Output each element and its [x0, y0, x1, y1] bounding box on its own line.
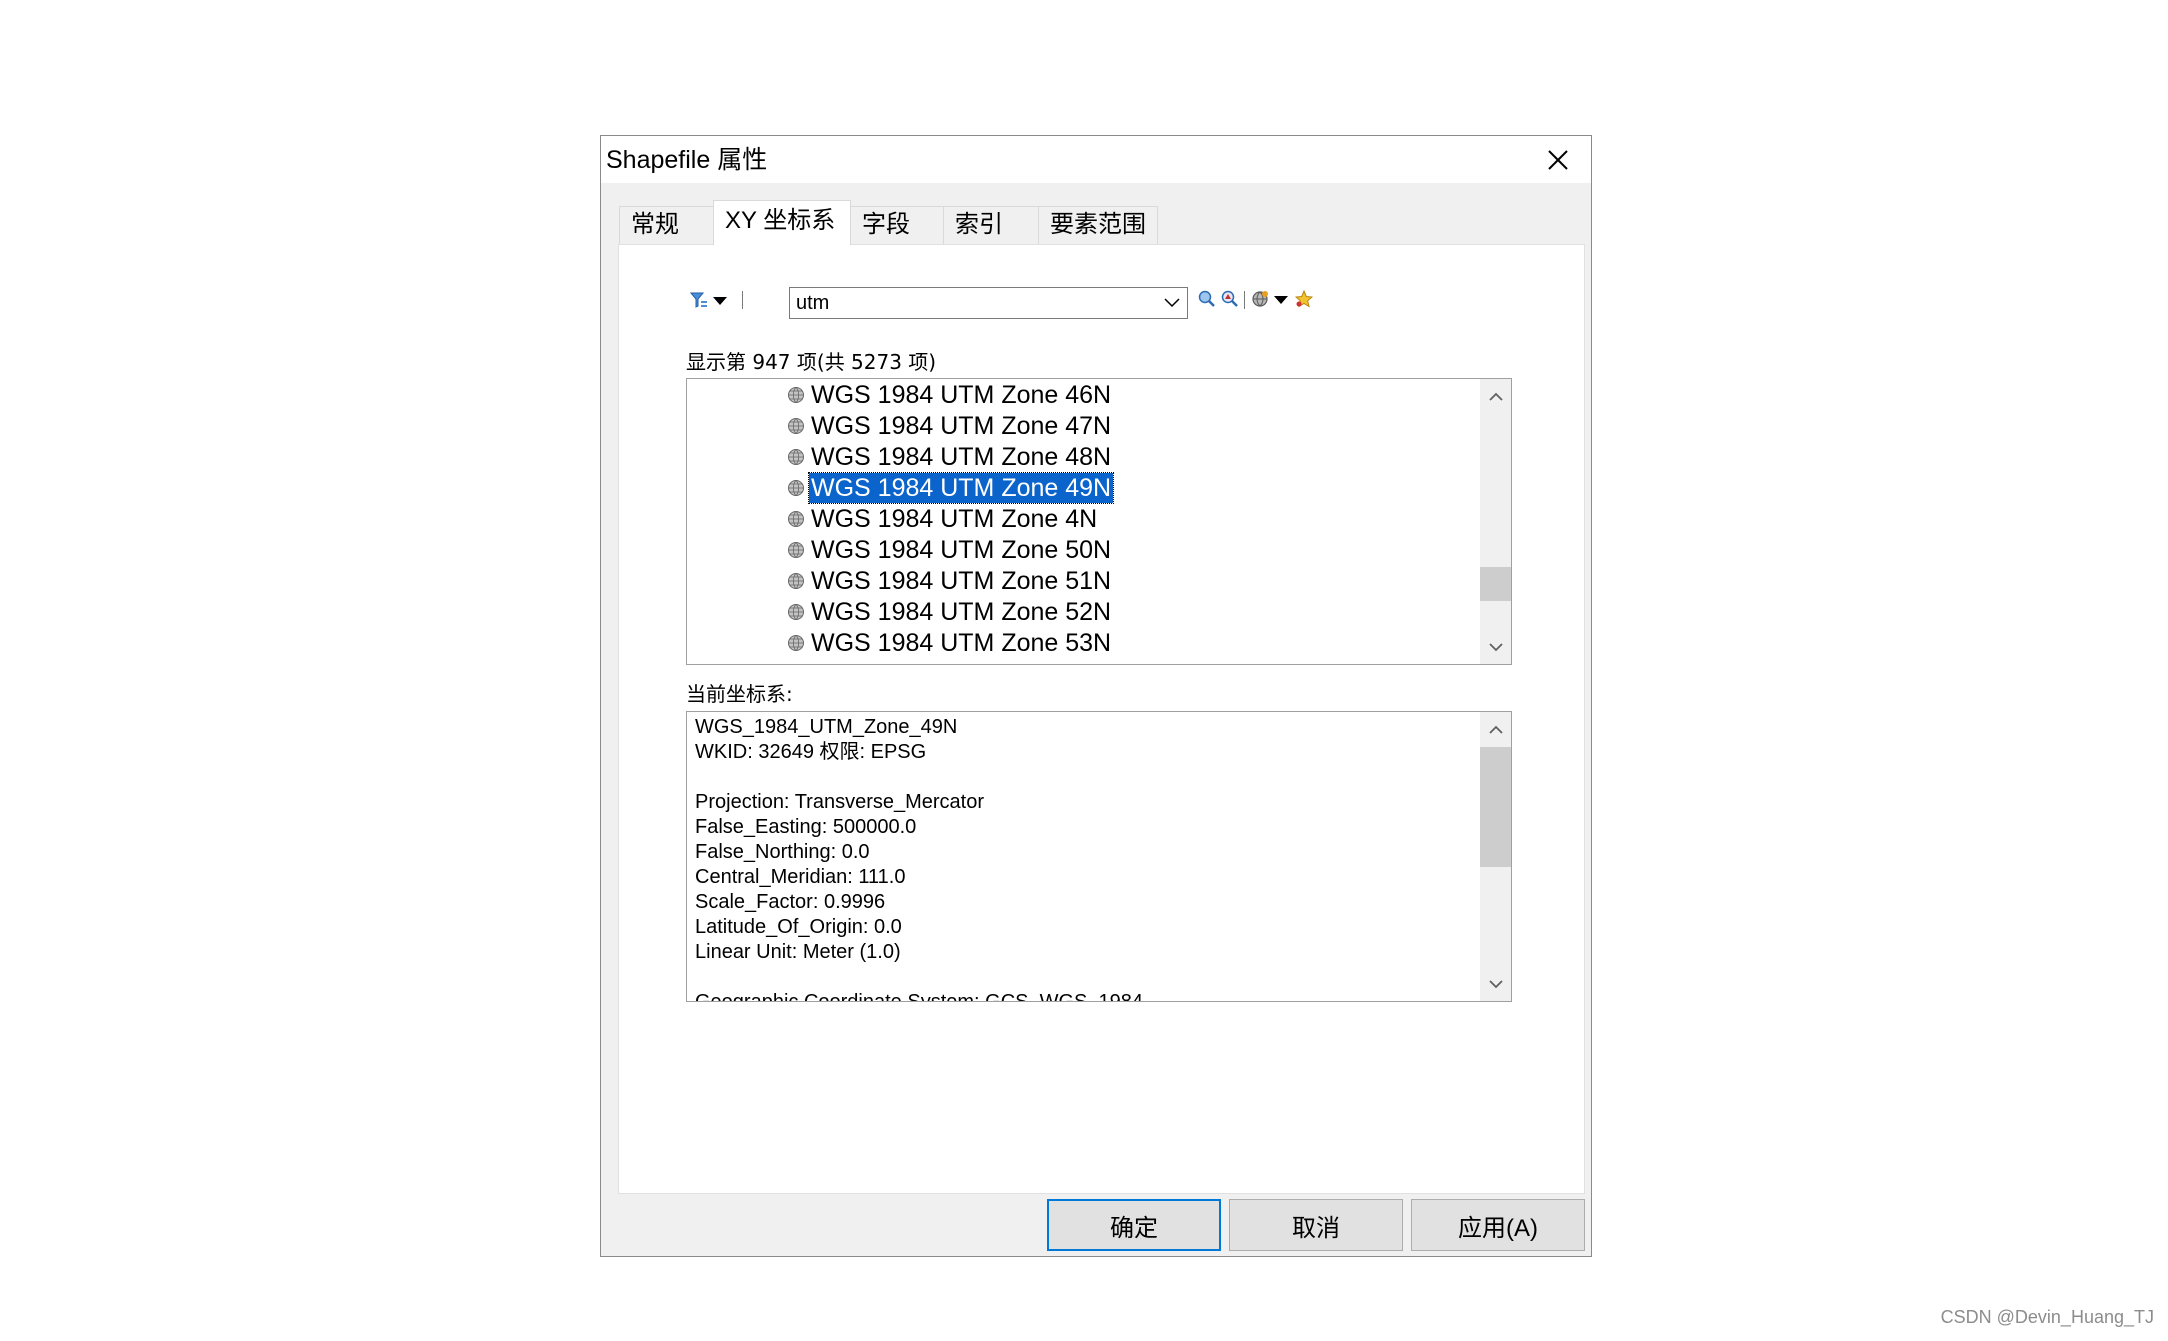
list-item-label: WGS 1984 UTM Zone 51N: [811, 566, 1112, 595]
scroll-up-button[interactable]: [1480, 714, 1511, 744]
list-item-label: WGS 1984 UTM Zone 4N: [811, 504, 1098, 533]
add-to-favorites-button[interactable]: [1294, 289, 1314, 309]
search-projected-icon: [1221, 290, 1238, 307]
globe-icon: [788, 510, 804, 527]
tab-label: 常规: [631, 211, 679, 238]
list-item[interactable]: WGS 1984 UTM Zone 48N: [787, 441, 1113, 472]
detail-line: WGS_1984_UTM_Zone_49N: [695, 716, 958, 738]
globe-icon: [788, 541, 804, 558]
detail-line: False_Easting: 500000.0: [695, 816, 917, 838]
globe-icon: [788, 479, 804, 496]
globe-icon: [788, 448, 804, 465]
globe-icon: [788, 634, 804, 651]
list-item-selected[interactable]: WGS 1984 UTM Zone 49N: [787, 471, 1115, 504]
tab-label: 索引: [955, 211, 1003, 238]
cancel-button[interactable]: 取消: [1229, 1199, 1403, 1251]
tab-feature-extent[interactable]: 要素范围: [1038, 206, 1158, 244]
detail-line: Linear Unit: Meter (1.0): [695, 941, 901, 963]
list-item[interactable]: WGS 1984 UTM Zone 51N: [787, 565, 1113, 596]
chevron-down-icon: [1164, 298, 1180, 308]
search-dropdown-button[interactable]: [1157, 288, 1187, 318]
search-input[interactable]: [790, 288, 1150, 318]
scroll-up-button[interactable]: [1480, 381, 1511, 411]
toolbar-separator: [1244, 291, 1245, 309]
globe-icon: [788, 417, 804, 434]
filter-button[interactable]: [688, 290, 710, 312]
tab-xy-coordinate-system[interactable]: XY 坐标系: [713, 200, 851, 245]
favorite-star-icon: [1295, 290, 1313, 308]
list-scrollbar[interactable]: [1480, 379, 1511, 664]
list-item[interactable]: WGS 1984 UTM Zone 47N: [787, 410, 1113, 441]
window-title: Shapefile 属性: [606, 146, 768, 174]
shapefile-properties-dialog: Shapefile 属性 常规 XY 坐标系 字段 索引 要素范围 utm 显示…: [600, 135, 1592, 1257]
add-dropdown-button[interactable]: [1272, 290, 1290, 310]
dropdown-triangle-icon: [1274, 296, 1288, 304]
detail-line: False_Northing: 0.0: [695, 841, 870, 863]
globe-icon: [788, 572, 804, 589]
detail-line: [695, 965, 1143, 990]
list-item-label: WGS 1984 UTM Zone 49N: [807, 471, 1115, 504]
scroll-down-button[interactable]: [1480, 969, 1511, 999]
chevron-up-icon: [1488, 392, 1503, 401]
watermark: CSDN @Devin_Huang_TJ: [1940, 1307, 2154, 1327]
detail-line: [695, 765, 1143, 790]
scroll-thumb[interactable]: [1480, 567, 1511, 601]
list-item[interactable]: WGS 1984 UTM Zone 50N: [787, 534, 1113, 565]
list-item-label: WGS 1984 UTM Zone 53N: [811, 628, 1112, 657]
globe-icon: [788, 386, 804, 403]
list-item-label: WGS 1984 UTM Zone 52N: [811, 597, 1112, 626]
detail-line: WKID: 32649 权限: EPSG: [695, 741, 927, 763]
list-item[interactable]: WGS 1984 UTM Zone 53N: [787, 627, 1113, 658]
search-box: [789, 287, 1188, 319]
add-globe-icon: [1252, 291, 1268, 307]
tab-indexes[interactable]: 索引: [943, 206, 1039, 244]
chevron-down-icon: [1488, 642, 1503, 651]
detail-line: Scale_Factor: 0.9996: [695, 891, 886, 913]
add-coordinate-system-button[interactable]: [1250, 289, 1270, 309]
chevron-up-icon: [1488, 725, 1503, 734]
xy-coordinate-system-panel: 显示第 947 项(共 5273 项) WGS 1984 UTM Zone 46…: [618, 244, 1585, 1194]
close-icon: [1548, 149, 1568, 170]
list-item-label: WGS 1984 UTM Zone 47N: [811, 411, 1112, 440]
close-button[interactable]: [1525, 136, 1591, 183]
list-item-label: WGS 1984 UTM Zone 50N: [811, 535, 1112, 564]
current-coordinate-system-details[interactable]: WGS_1984_UTM_Zone_49N WKID: 32649 权限: EP…: [686, 711, 1512, 1002]
tab-label: XY 坐标系: [725, 207, 836, 234]
apply-button[interactable]: 应用(A): [1411, 1199, 1585, 1251]
tab-label: 要素范围: [1050, 211, 1146, 238]
ok-button-label: 确定: [1110, 1214, 1158, 1242]
details-scrollbar[interactable]: [1480, 712, 1511, 1001]
list-item[interactable]: WGS 1984 UTM Zone 52N: [787, 596, 1113, 627]
toolbar-separator: [742, 291, 743, 309]
details-text: WGS_1984_UTM_Zone_49N WKID: 32649 权限: EP…: [695, 715, 1143, 1002]
detail-line: Central_Meridian: 111.0: [695, 866, 906, 888]
list-item-label: WGS 1984 UTM Zone 48N: [811, 442, 1112, 471]
list-item[interactable]: WGS 1984 UTM Zone 46N: [787, 379, 1113, 410]
search-geographic-button[interactable]: [1197, 289, 1217, 309]
search-globe-icon: [1198, 290, 1215, 307]
list-item[interactable]: WGS 1984 UTM Zone 4N: [787, 503, 1099, 534]
globe-icon: [788, 603, 804, 620]
current-coordinate-system-label: 当前坐标系:: [686, 682, 793, 706]
tab-label: 字段: [862, 211, 910, 238]
filter-icon: [690, 292, 707, 308]
coordinate-system-list[interactable]: WGS 1984 UTM Zone 46N WGS 1984 UTM Zone …: [686, 378, 1512, 665]
scroll-thumb[interactable]: [1480, 747, 1511, 867]
list-item-label: WGS 1984 UTM Zone 46N: [811, 380, 1112, 409]
detail-line: Geographic Coordinate System: GCS_WGS_19…: [695, 991, 1143, 1002]
tab-fields[interactable]: 字段: [850, 206, 944, 244]
ok-button[interactable]: 确定: [1047, 1199, 1221, 1251]
scroll-down-button[interactable]: [1480, 632, 1511, 662]
cancel-button-label: 取消: [1292, 1214, 1340, 1242]
chevron-down-icon: [1488, 979, 1503, 988]
filter-dropdown-button[interactable]: [711, 290, 729, 312]
dropdown-triangle-icon: [713, 297, 727, 305]
search-projected-button[interactable]: [1220, 289, 1240, 309]
tab-general[interactable]: 常规: [619, 206, 714, 244]
title-bar: Shapefile 属性: [601, 136, 1591, 183]
detail-line: Projection: Transverse_Mercator: [695, 791, 985, 813]
detail-line: Latitude_Of_Origin: 0.0: [695, 916, 902, 938]
apply-button-label: 应用(A): [1458, 1214, 1538, 1242]
result-count-label: 显示第 947 项(共 5273 项): [686, 350, 937, 374]
